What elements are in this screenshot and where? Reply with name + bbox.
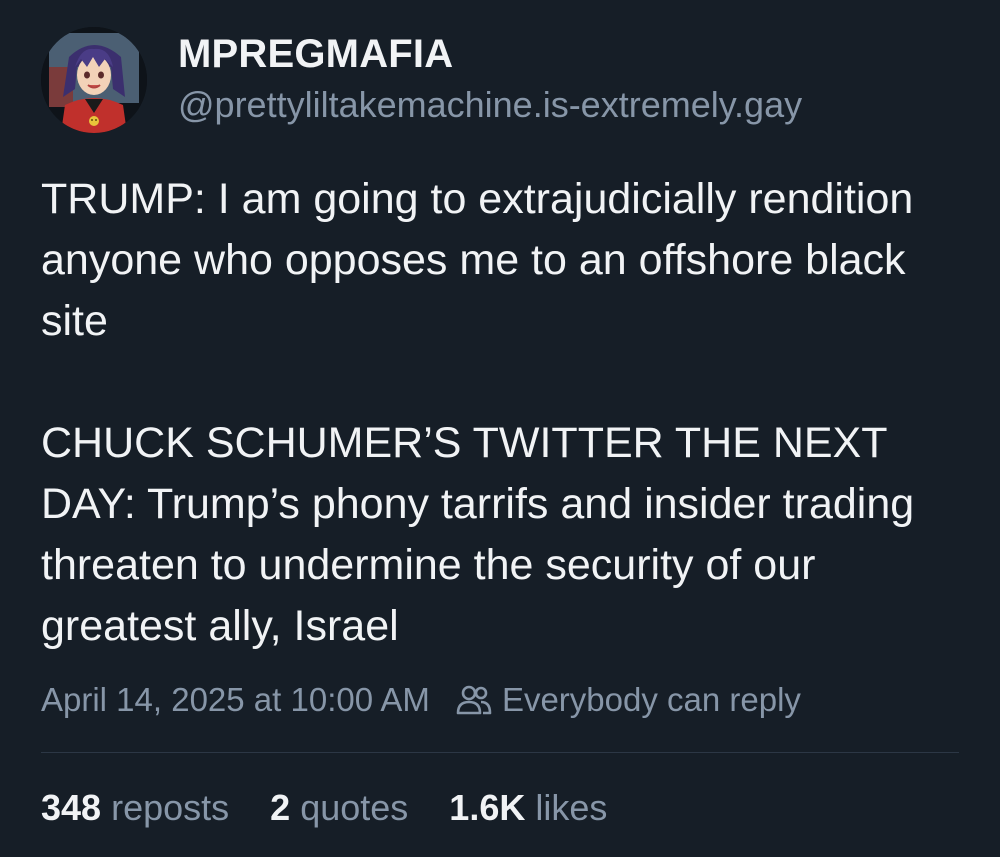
likes-stat[interactable]: 1.6K likes	[449, 786, 607, 830]
reposts-label: reposts	[111, 787, 230, 828]
post-paragraph: TRUMP: I am going to extrajudicially ren…	[41, 175, 914, 345]
quotes-stat[interactable]: 2 quotes	[270, 786, 408, 830]
reposts-count: 348	[41, 787, 102, 828]
post-text: TRUMP: I am going to extrajudicially ren…	[41, 169, 971, 657]
people-icon	[456, 685, 492, 715]
post-paragraph: CHUCK SCHUMER’S TWITTER THE NEXT DAY: Tr…	[41, 419, 915, 650]
reposts-stat[interactable]: 348 reposts	[41, 786, 229, 830]
post-stats: 348 reposts 2 quotes 1.6K likes	[41, 786, 648, 830]
likes-count: 1.6K	[449, 787, 526, 828]
reply-setting-label: Everybody can reply	[501, 681, 801, 718]
divider	[41, 752, 959, 753]
reply-setting: Everybody can reply	[454, 680, 801, 720]
quotes-label: quotes	[300, 787, 409, 828]
post-meta: April 14, 2025 at 10:00 AM Everybody can…	[41, 680, 801, 720]
post-detail: MPREGMAFIA @prettyliltakemachine.is-extr…	[0, 0, 1000, 857]
avatar-image	[41, 27, 147, 133]
author-info[interactable]: MPREGMAFIA @prettyliltakemachine.is-extr…	[178, 32, 802, 126]
quotes-count: 2	[270, 787, 291, 828]
author-display-name[interactable]: MPREGMAFIA	[178, 32, 802, 76]
author-handle[interactable]: @prettyliltakemachine.is-extremely.gay	[178, 84, 802, 126]
post-timestamp: April 14, 2025 at 10:00 AM	[41, 681, 430, 718]
avatar[interactable]	[41, 27, 147, 133]
likes-label: likes	[535, 787, 608, 828]
